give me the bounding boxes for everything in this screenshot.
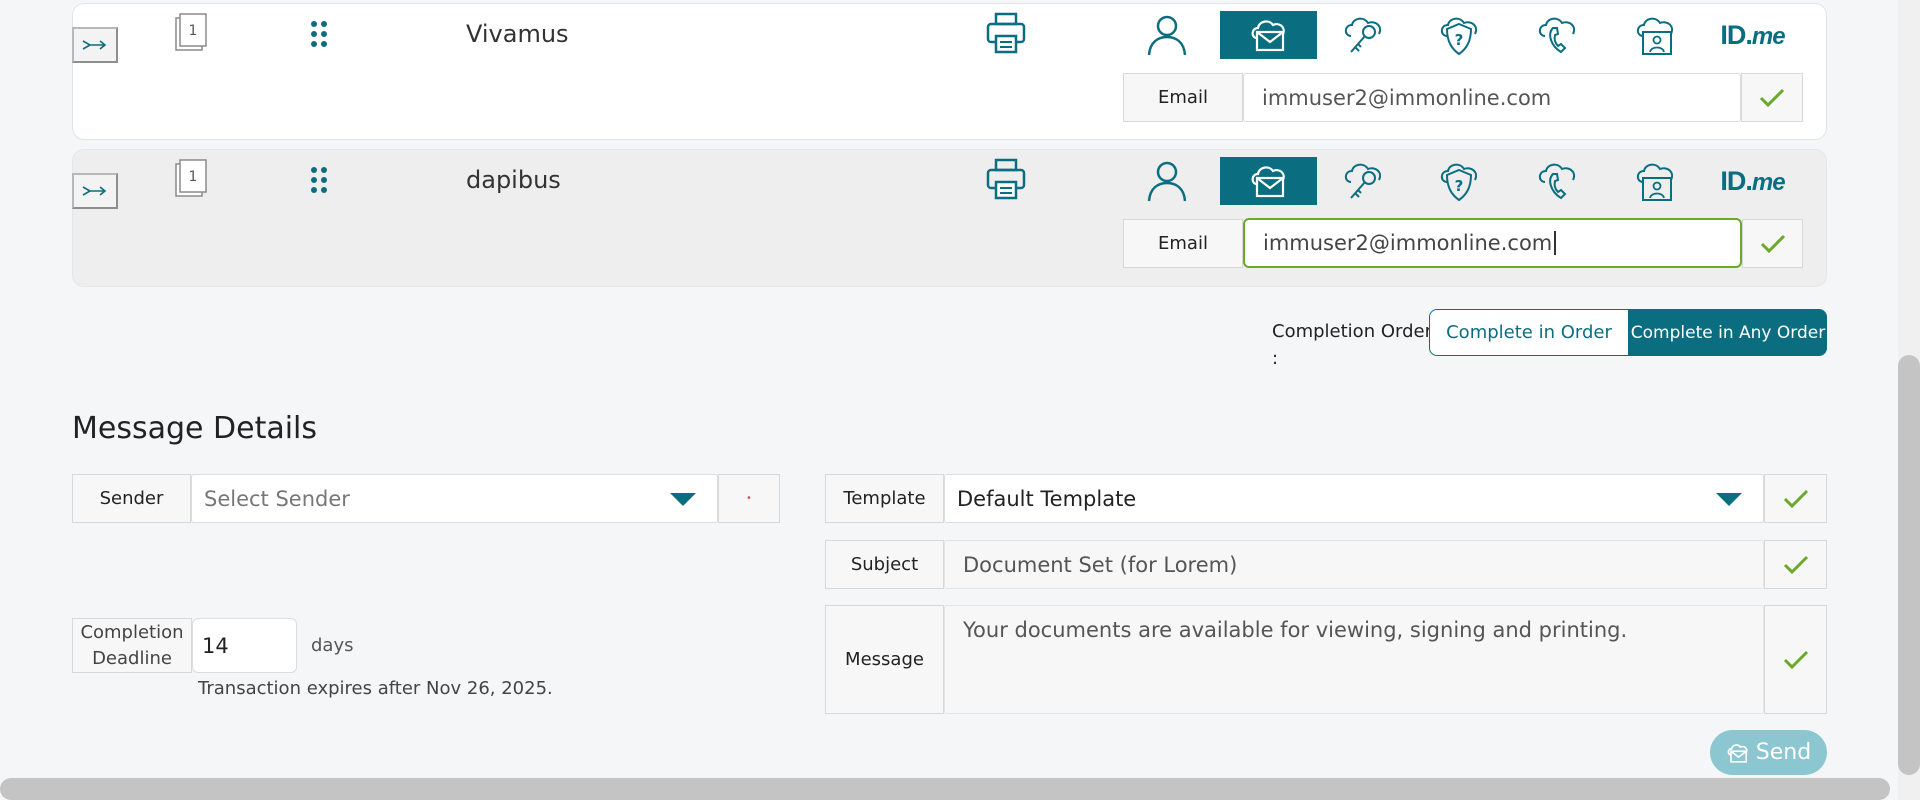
email-valid-indicator — [1741, 73, 1803, 122]
deadline-days-input[interactable]: 14 — [192, 618, 297, 673]
signer-name: Vivamus — [466, 20, 569, 48]
template-valid-indicator — [1764, 474, 1827, 523]
email-field[interactable]: immuser2@immonline.com — [1243, 73, 1741, 122]
template-chevron-down-icon[interactable] — [1716, 493, 1742, 506]
text-caret — [1554, 231, 1557, 255]
route-toggle-button[interactable] — [72, 173, 118, 209]
document-stack-icon[interactable]: 1 — [174, 159, 208, 199]
check-icon — [1759, 88, 1785, 107]
subject-input[interactable]: Document Set (for Lorem) — [944, 540, 1764, 589]
auth-kba-button[interactable] — [1314, 157, 1411, 205]
delivery-label: Email — [1123, 73, 1243, 122]
email-cloud-icon — [1727, 743, 1748, 763]
auth-id-button[interactable] — [1606, 11, 1703, 59]
email-valid-indicator — [1742, 219, 1803, 268]
print-icon[interactable] — [986, 12, 1026, 54]
route-arrow-icon — [82, 186, 107, 196]
auth-none-button[interactable] — [1118, 157, 1215, 205]
auth-phone-button[interactable] — [1508, 157, 1605, 205]
doc-count: 1 — [189, 23, 198, 39]
sender-required-indicator: • — [718, 474, 780, 523]
cloud-id-card-icon — [1636, 163, 1673, 201]
horizontal-scrollbar[interactable] — [0, 778, 1890, 800]
complete-in-order-button[interactable]: Complete in Order — [1429, 309, 1629, 356]
signer-name: dapibus — [466, 166, 561, 194]
check-icon — [1760, 234, 1785, 253]
check-icon — [1783, 489, 1808, 508]
subject-label: Subject — [825, 540, 944, 589]
email-cloud-icon — [1251, 20, 1285, 52]
template-label: Template — [825, 474, 944, 523]
svg-text:?: ? — [1454, 177, 1463, 195]
message-textarea[interactable]: Your documents are available for viewing… — [944, 605, 1764, 714]
shield-question-icon: ? — [1440, 163, 1477, 202]
complete-in-any-order-button[interactable]: Complete in Any Order — [1629, 309, 1827, 356]
auth-id-button[interactable] — [1606, 157, 1703, 205]
auth-email-button[interactable] — [1220, 157, 1317, 205]
cloud-key-icon — [1344, 17, 1381, 53]
auth-question-button[interactable]: ? — [1410, 11, 1507, 59]
idme-logo: ID.me — [1720, 165, 1785, 196]
delivery-label: Email — [1123, 219, 1243, 268]
deadline-unit: days — [311, 635, 354, 656]
route-arrow-icon — [82, 40, 107, 50]
doc-count: 1 — [189, 169, 198, 185]
sender-select[interactable]: Select Sender — [191, 474, 718, 523]
vertical-scrollbar-thumb[interactable] — [1898, 355, 1920, 775]
deadline-label: Completion Deadline — [72, 618, 192, 673]
shield-question-icon: ? — [1440, 17, 1477, 56]
auth-idme-button[interactable]: ID.me — [1704, 157, 1801, 205]
auth-none-button[interactable] — [1118, 11, 1215, 59]
person-icon — [1147, 161, 1186, 202]
auth-question-button[interactable]: ? — [1410, 157, 1507, 205]
cloud-id-card-icon — [1636, 17, 1673, 55]
idme-logo: ID.me — [1720, 19, 1785, 50]
svg-text:?: ? — [1454, 31, 1463, 49]
auth-idme-button[interactable]: ID.me — [1704, 11, 1801, 59]
route-toggle-button[interactable] — [72, 27, 118, 63]
print-icon[interactable] — [986, 158, 1026, 200]
email-cloud-icon — [1251, 166, 1285, 198]
drag-handle-icon[interactable] — [308, 20, 330, 50]
send-button[interactable]: Send — [1710, 730, 1827, 775]
document-stack-icon[interactable]: 1 — [174, 13, 208, 53]
email-field[interactable]: immuser2@immonline.com — [1243, 218, 1742, 268]
sender-label: Sender — [72, 474, 191, 523]
cloud-phone-icon — [1538, 17, 1575, 54]
auth-phone-button[interactable] — [1508, 11, 1605, 59]
completion-order-label: Completion Order : — [1272, 321, 1432, 369]
message-details-heading: Message Details — [72, 411, 318, 446]
drag-handle-icon[interactable] — [308, 166, 330, 196]
cloud-phone-icon — [1538, 163, 1575, 200]
subject-valid-indicator — [1764, 540, 1827, 589]
message-valid-indicator — [1764, 605, 1827, 714]
auth-kba-button[interactable] — [1314, 11, 1411, 59]
template-select[interactable]: Default Template — [944, 474, 1764, 523]
person-icon — [1147, 15, 1186, 56]
check-icon — [1783, 555, 1808, 574]
auth-email-button[interactable] — [1220, 11, 1317, 59]
sender-chevron-down-icon[interactable] — [670, 493, 696, 506]
message-label: Message — [825, 605, 944, 714]
expiry-note: Transaction expires after Nov 26, 2025. — [198, 678, 553, 699]
check-icon — [1783, 650, 1808, 669]
cloud-key-icon — [1344, 163, 1381, 199]
